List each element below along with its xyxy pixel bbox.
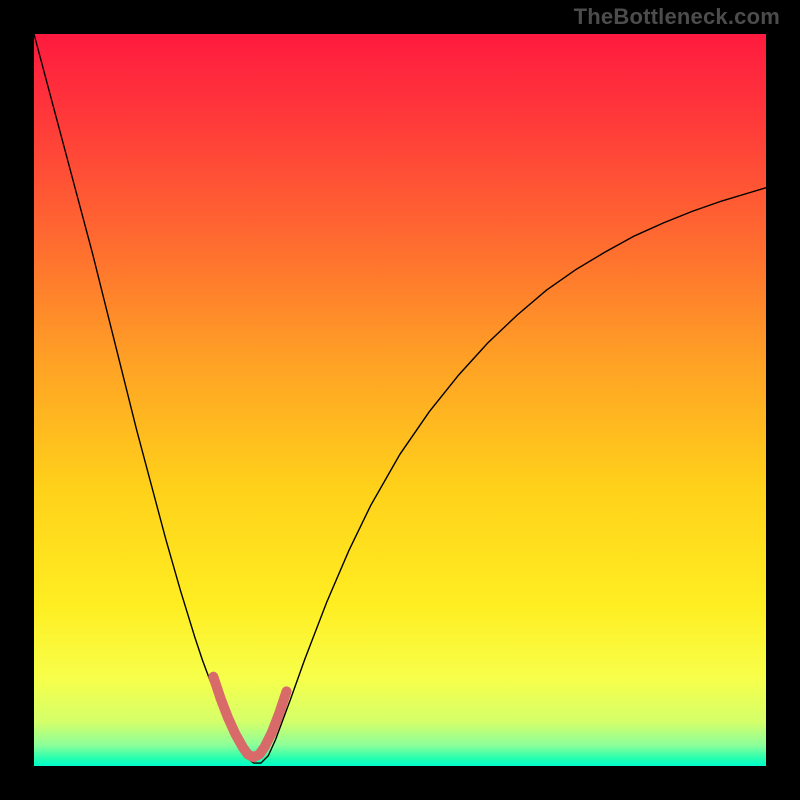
bottleneck-chart: [34, 34, 766, 766]
chart-stage: TheBottleneck.com: [0, 0, 800, 800]
chart-background: [34, 34, 766, 766]
watermark-text: TheBottleneck.com: [574, 4, 780, 30]
